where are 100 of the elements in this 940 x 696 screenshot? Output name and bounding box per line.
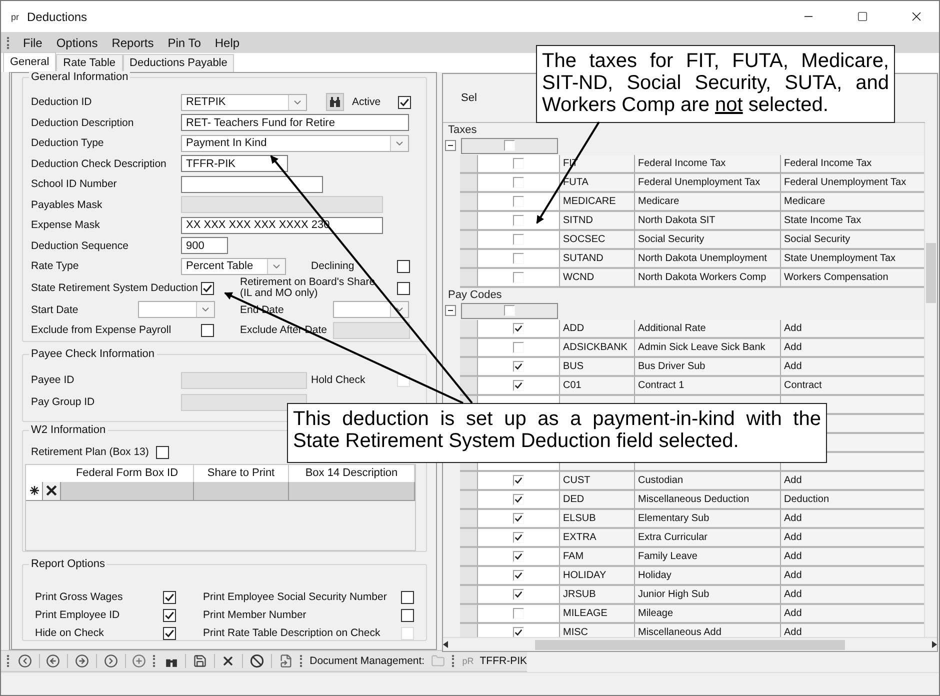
table-cell: North Dakota Unemployment — [635, 250, 781, 269]
last-record-icon[interactable] — [102, 653, 119, 669]
table-cell: Custodian — [635, 472, 781, 491]
record-label: TFFR-PIK — [480, 655, 527, 667]
checkbox[interactable] — [201, 282, 214, 294]
save-icon[interactable] — [192, 653, 208, 669]
menu-item[interactable]: File — [21, 36, 44, 50]
field-label: Deduction ID — [31, 96, 93, 108]
checkbox[interactable] — [513, 570, 524, 581]
input-field[interactable]: 900 — [181, 237, 228, 254]
checkbox[interactable] — [156, 446, 169, 459]
field-label: Declining — [311, 260, 356, 272]
checkbox[interactable] — [401, 608, 414, 622]
table-cell: Add — [781, 586, 924, 605]
collapse-icon[interactable] — [445, 140, 456, 151]
table-cell: SUTAND — [560, 250, 635, 269]
table-cell: HOLIDAY — [560, 567, 635, 586]
field-label: Expense Mask — [31, 219, 101, 232]
dropdown[interactable]: RETPIK — [181, 94, 307, 111]
table-cell: MISC — [560, 624, 635, 637]
previous-icon[interactable] — [46, 653, 62, 669]
menu-item[interactable]: Pin To — [166, 36, 203, 50]
table-cell: Add — [781, 624, 924, 637]
toolbar-label: Document Management: — [310, 655, 425, 667]
binoculars-icon[interactable] — [326, 93, 344, 112]
next-icon[interactable] — [74, 653, 90, 669]
field-label: Print Employee Social Security Number — [203, 591, 388, 604]
callout-tooltip: The taxes for FIT, FUTA, Medicare, SIT-ND, Social Security, SUTA, and Workers Comp are not selected. — [536, 45, 895, 123]
checkbox[interactable] — [513, 380, 524, 391]
column-header[interactable]: Sel — [461, 92, 477, 104]
field-label: Hold Check — [311, 374, 366, 386]
horizontal-scrollbar[interactable] — [443, 637, 937, 651]
checkbox[interactable] — [504, 140, 515, 151]
checkbox[interactable] — [513, 177, 524, 188]
checkbox[interactable] — [397, 260, 410, 273]
field-label: Payee ID — [31, 374, 76, 386]
tab[interactable]: Rate Table — [56, 54, 123, 72]
table-cell: State Income Tax — [781, 212, 924, 231]
dropdown[interactable] — [333, 301, 409, 318]
checkbox[interactable] — [163, 590, 176, 604]
checkbox[interactable] — [201, 324, 214, 337]
menu-item[interactable]: Options — [54, 36, 100, 50]
first-record-icon[interactable] — [16, 653, 33, 669]
input-field[interactable]: TFFR-PIK — [181, 155, 288, 172]
vertical-scrollbar[interactable] — [924, 123, 937, 637]
checkbox[interactable] — [513, 532, 524, 543]
checkbox[interactable] — [513, 608, 524, 619]
menu-item[interactable]: Reports — [110, 36, 156, 50]
tab[interactable]: Deductions Payable — [122, 54, 234, 72]
checkbox[interactable] — [513, 513, 524, 524]
checkbox[interactable] — [513, 323, 524, 334]
checkbox[interactable] — [513, 475, 524, 486]
maximize-icon[interactable] — [856, 11, 868, 22]
delete-icon[interactable] — [43, 482, 61, 501]
scroll-right-icon[interactable] — [931, 641, 937, 648]
table-cell: Social Security — [781, 231, 924, 250]
input-field[interactable] — [181, 176, 323, 193]
table-cell: Add — [781, 320, 924, 339]
checkbox[interactable] — [513, 253, 524, 264]
dropdown[interactable]: Payment In Kind — [181, 134, 409, 152]
checkbox[interactable] — [163, 626, 176, 640]
group-title: W2 Information — [29, 424, 108, 436]
checkbox[interactable] — [513, 272, 524, 283]
cancel-icon[interactable] — [249, 653, 265, 669]
tab[interactable]: General — [3, 52, 56, 72]
field-label: Print Member Number — [203, 609, 308, 622]
checkbox[interactable] — [401, 590, 414, 604]
add-icon[interactable] — [132, 653, 148, 669]
field-label: Print Gross Wages — [35, 591, 124, 604]
checkbox[interactable] — [513, 627, 524, 637]
table-cell: WCND — [560, 269, 635, 288]
checkbox[interactable] — [513, 234, 524, 245]
checkbox[interactable] — [513, 551, 524, 562]
table-cell: State Unemployment Tax — [781, 250, 924, 269]
checkbox[interactable] — [513, 342, 524, 353]
checkbox[interactable] — [513, 589, 524, 600]
checkbox[interactable] — [504, 305, 515, 316]
table-cell: Add — [781, 358, 924, 377]
checkbox[interactable] — [398, 96, 411, 109]
table-cell: Add — [781, 510, 924, 529]
dropdown[interactable]: Percent Table — [181, 258, 286, 275]
table-cell: Medicare — [781, 193, 924, 212]
checkbox[interactable] — [513, 196, 524, 207]
checkbox[interactable] — [397, 282, 410, 294]
scroll-left-icon[interactable] — [443, 641, 449, 648]
table-cell: Add — [781, 548, 924, 567]
table-cell: Social Security — [635, 231, 781, 250]
checkbox[interactable] — [513, 361, 524, 372]
collapse-icon[interactable] — [445, 305, 456, 316]
menu-item[interactable]: Help — [212, 36, 242, 50]
checkbox[interactable] — [513, 158, 524, 169]
checkbox[interactable] — [513, 215, 524, 226]
table-cell: Medicare — [635, 193, 781, 212]
table-cell: FAM — [560, 548, 635, 567]
field-label: Hide on Check — [35, 627, 105, 640]
field-label: School ID Number — [31, 178, 118, 190]
input-field[interactable]: RET- Teachers Fund for Retire — [181, 114, 409, 132]
checkbox[interactable] — [163, 608, 176, 622]
checkbox[interactable] — [513, 494, 524, 505]
table-cell: Federal Unemployment Tax — [781, 174, 924, 193]
